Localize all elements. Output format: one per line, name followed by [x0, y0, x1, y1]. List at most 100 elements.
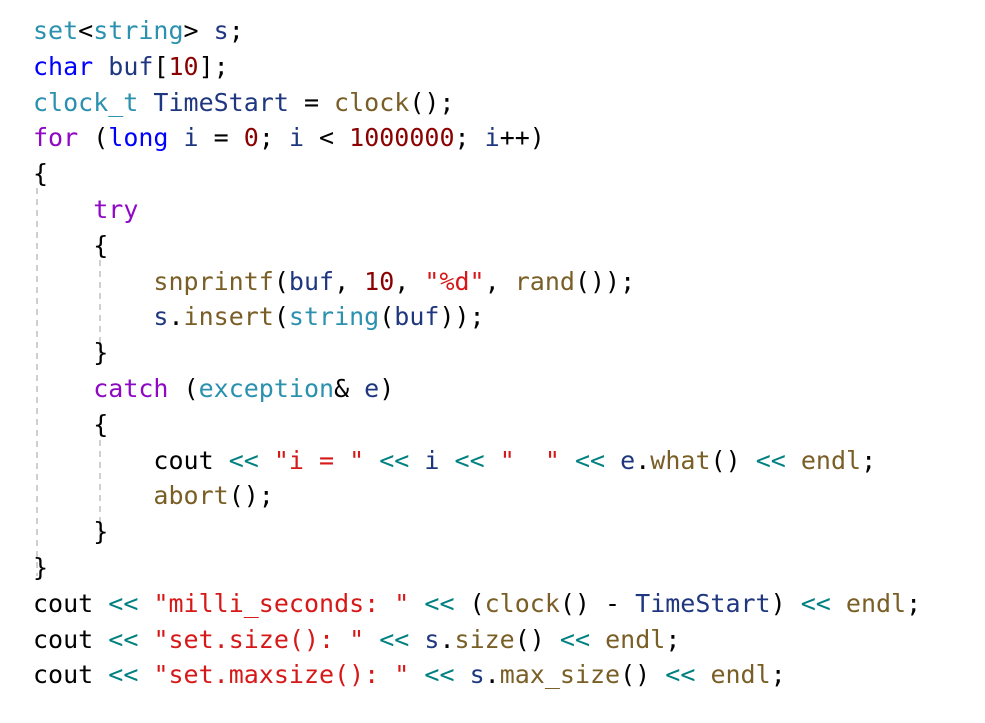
code-token-type: string	[288, 302, 380, 332]
code-token-punct: ());	[574, 266, 636, 296]
code-token-punct: .	[635, 445, 651, 475]
code-token-punct: ;	[665, 624, 681, 654]
code-token-punct: ];	[198, 51, 229, 81]
code-token-punct	[590, 625, 605, 654]
code-token-punct: (	[78, 123, 109, 153]
code-token-punct	[545, 625, 560, 654]
code-token-function: endl	[800, 445, 862, 475]
code-token-punct: [	[153, 51, 169, 81]
code-token-punct: (	[273, 302, 289, 332]
code-token-punct	[831, 589, 846, 618]
code-token-punct	[409, 660, 424, 689]
code-line[interactable]: set<string> s;	[33, 13, 985, 49]
code-token-control: try	[93, 194, 139, 224]
code-token-punct	[138, 660, 153, 689]
code-token-punct	[93, 625, 108, 654]
code-token-identifier: i	[183, 123, 199, 153]
code-token-function: insert	[183, 302, 274, 332]
code-token-op: <<	[755, 445, 786, 475]
code-line[interactable]: cout << "milli_seconds: " << (clock() - …	[33, 586, 985, 622]
code-token-function: abort	[153, 481, 229, 511]
code-token-punct: .	[484, 660, 500, 690]
code-line[interactable]: snprintf(buf, 10, "%d", rand());	[33, 264, 985, 300]
code-token-identifier: s	[153, 302, 169, 332]
code-token-function: rand	[514, 266, 575, 296]
code-token-punct: }	[93, 517, 109, 547]
code-line[interactable]: clock_t TimeStart = clock();	[33, 85, 985, 121]
code-editor[interactable]: set<string> s; char buf[10]; clock_t TimeS…	[0, 0, 985, 723]
code-line[interactable]: catch (exception& e)	[33, 371, 985, 407]
code-token-punct: ,	[334, 266, 365, 296]
code-token-identifier: TimeStart	[635, 588, 771, 618]
code-token-string: "milli_seconds: "	[153, 588, 410, 618]
code-token-op: <<	[454, 445, 485, 475]
code-token-plain: cout	[33, 660, 94, 690]
code-token-punct	[741, 446, 756, 475]
code-token-op: <<	[108, 588, 139, 618]
code-token-punct	[33, 231, 93, 260]
code-token-function: snprintf	[153, 266, 274, 296]
code-token-op: <<	[575, 445, 606, 475]
code-token-punct: .	[439, 624, 455, 654]
code-token-punct: ()	[710, 445, 741, 475]
code-content[interactable]: set<string> s; char buf[10]; clock_t TimeS…	[0, 0, 985, 693]
code-token-function: max_size	[499, 660, 621, 690]
code-token-punct	[455, 660, 470, 689]
code-token-punct	[409, 589, 424, 618]
code-line[interactable]: {	[33, 156, 985, 192]
code-token-punct	[409, 625, 424, 654]
code-token-punct: (	[379, 302, 395, 332]
code-token-type: clock_t	[33, 87, 139, 117]
code-line[interactable]: try	[33, 192, 985, 228]
code-token-function: clock	[484, 588, 560, 618]
code-token-punct: }	[33, 552, 49, 582]
code-line[interactable]: }	[33, 550, 985, 586]
code-token-punct: &	[334, 373, 365, 403]
code-token-punct: {	[93, 409, 109, 439]
code-token-punct: (	[273, 266, 289, 296]
code-token-identifier: s	[213, 16, 229, 45]
code-line[interactable]: }	[33, 514, 985, 550]
code-token-number: 1000000	[349, 123, 455, 153]
code-token-function: endl	[845, 588, 907, 618]
code-token-plain: cout	[33, 624, 94, 654]
code-token-op: <<	[379, 445, 410, 475]
code-token-punct	[138, 625, 153, 654]
code-line[interactable]: cout << "set.size(): " << s.size() << en…	[33, 622, 985, 658]
code-token-punct	[409, 446, 424, 475]
code-token-punct	[439, 446, 454, 475]
code-token-op: <<	[559, 624, 591, 654]
code-token-punct	[605, 446, 620, 475]
code-token-punct: ;	[228, 16, 244, 45]
code-line[interactable]: {	[33, 228, 985, 264]
code-token-punct: ;	[454, 123, 485, 153]
code-token-punct: =	[198, 123, 244, 153]
code-line[interactable]: s.insert(string(buf));	[33, 299, 985, 335]
code-line[interactable]: {	[33, 407, 985, 443]
code-token-identifier: i	[484, 123, 500, 153]
code-line[interactable]: abort();	[33, 478, 985, 514]
code-token-op: <<	[665, 660, 696, 690]
code-token-identifier: buf	[108, 51, 154, 81]
code-line[interactable]: char buf[10];	[33, 49, 985, 85]
code-token-punct	[259, 446, 274, 475]
code-token-punct: ++)	[499, 123, 545, 153]
code-token-punct	[560, 446, 575, 475]
code-token-punct: (	[454, 588, 485, 618]
code-line[interactable]: cout << "set.maxsize(): " << s.max_size(…	[33, 657, 985, 693]
code-line[interactable]: cout << "i = " << i << " " << e.what() <…	[33, 443, 985, 479]
code-token-punct	[650, 660, 665, 689]
code-token-punct	[364, 446, 379, 475]
code-token-function: endl	[605, 624, 666, 654]
code-token-string: "set.size(): "	[153, 624, 365, 654]
code-line[interactable]: for (long i = 0; i < 1000000; i++)	[33, 120, 985, 156]
code-line[interactable]: }	[33, 335, 985, 371]
code-token-punct: {	[33, 159, 49, 189]
code-token-string: "%d"	[424, 266, 485, 296]
code-token-plain: cout	[33, 588, 94, 618]
code-token-punct	[214, 446, 229, 475]
code-token-punct	[138, 88, 153, 117]
code-token-punct	[33, 267, 153, 296]
code-token-identifier: buf	[288, 266, 335, 296]
code-token-number: 10	[168, 51, 199, 81]
